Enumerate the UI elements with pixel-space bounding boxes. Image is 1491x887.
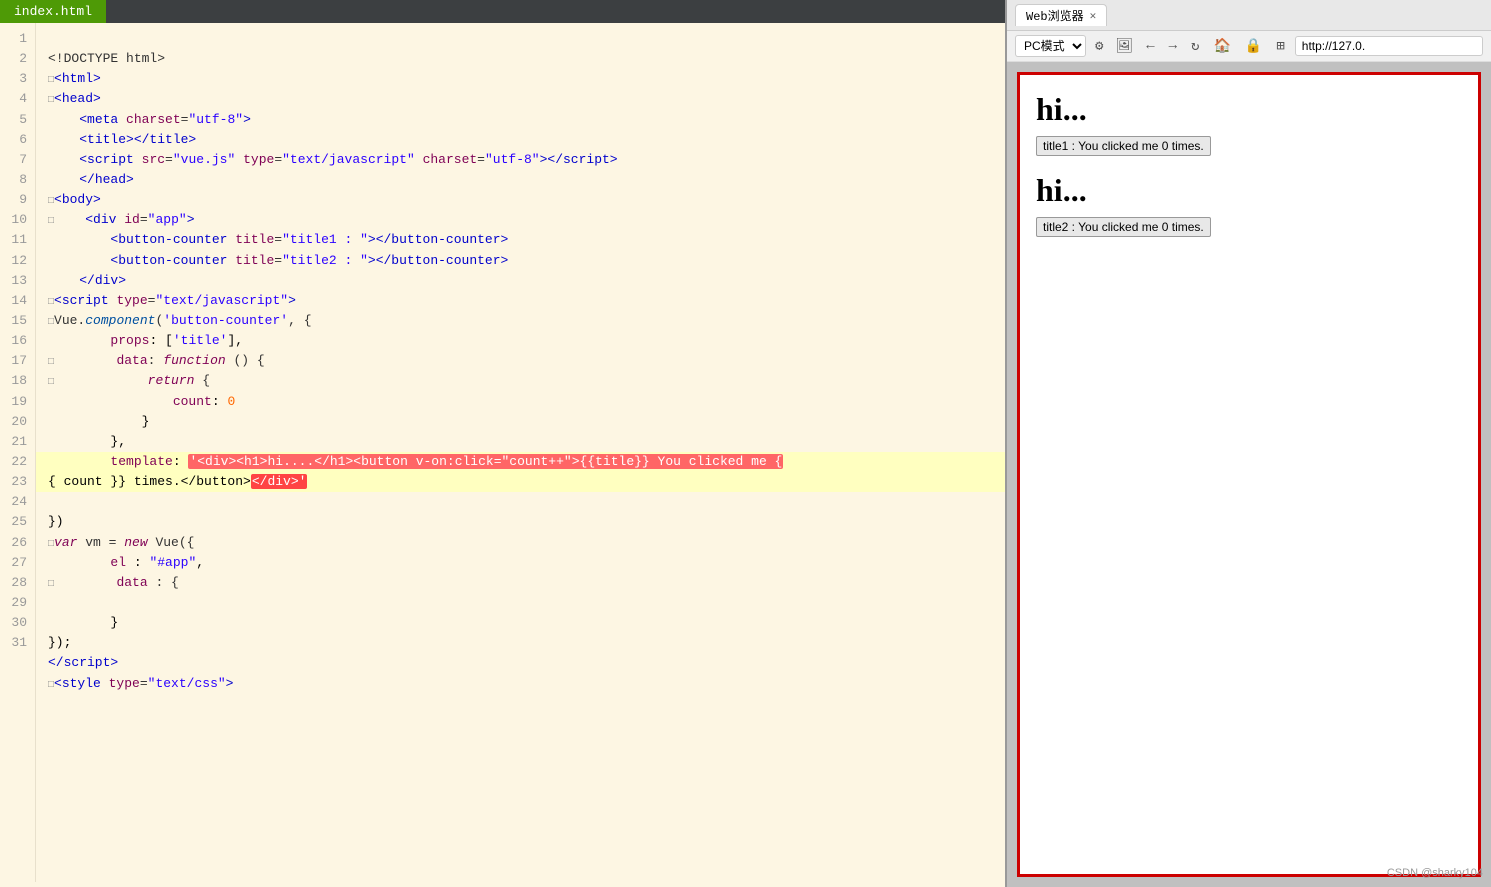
browser-titlebar: Web浏览器 ✕ — [1007, 0, 1491, 31]
screenshot-icon[interactable]: 🖼 — [1112, 36, 1136, 57]
preview-component-1: hi... title1 : You clicked me 0 times. — [1036, 91, 1462, 156]
editor-tab[interactable]: index.html — [0, 0, 106, 23]
settings-icon[interactable]: ⚙ — [1092, 36, 1106, 57]
watermark: CSDN @sharky104 — [1387, 867, 1483, 879]
lock-icon: 🔒 — [1241, 36, 1266, 57]
mode-select[interactable]: PC模式 — [1015, 35, 1086, 57]
browser-tab-title: Web浏览器 — [1026, 7, 1084, 24]
preview-button-1[interactable]: title1 : You clicked me 0 times. — [1036, 136, 1211, 156]
preview-h1-2: hi... — [1036, 172, 1462, 209]
tab-bar: index.html — [0, 0, 1005, 23]
browser-toolbar: PC模式 ⚙ 🖼 ← → ↻ 🏠 🔒 ⊞ — [1007, 31, 1491, 62]
preview-component-2: hi... title2 : You clicked me 0 times. — [1036, 172, 1462, 237]
editor-panel: index.html 12345 678910 1112131415 16171… — [0, 0, 1005, 887]
browser-tab[interactable]: Web浏览器 ✕ — [1015, 4, 1107, 26]
home-button[interactable]: 🏠 — [1209, 36, 1234, 57]
refresh-button[interactable]: ↻ — [1187, 36, 1203, 57]
preview-h1-1: hi... — [1036, 91, 1462, 128]
code-content[interactable]: <!DOCTYPE html> □<html> □<head> <meta ch… — [36, 23, 1005, 882]
line-numbers: 12345 678910 1112131415 1617181920 21222… — [0, 23, 36, 882]
forward-button[interactable]: → — [1165, 36, 1181, 56]
browser-tab-close[interactable]: ✕ — [1090, 9, 1097, 23]
url-bar[interactable] — [1295, 36, 1483, 56]
browser-panel: Web浏览器 ✕ PC模式 ⚙ 🖼 ← → ↻ 🏠 🔒 ⊞ hi... titl… — [1005, 0, 1491, 887]
grid-icon[interactable]: ⊞ — [1272, 36, 1288, 57]
preview-button-2[interactable]: title2 : You clicked me 0 times. — [1036, 217, 1211, 237]
code-area: 12345 678910 1112131415 1617181920 21222… — [0, 23, 1005, 882]
browser-viewport: hi... title1 : You clicked me 0 times. h… — [1017, 72, 1481, 877]
back-button[interactable]: ← — [1142, 36, 1158, 56]
